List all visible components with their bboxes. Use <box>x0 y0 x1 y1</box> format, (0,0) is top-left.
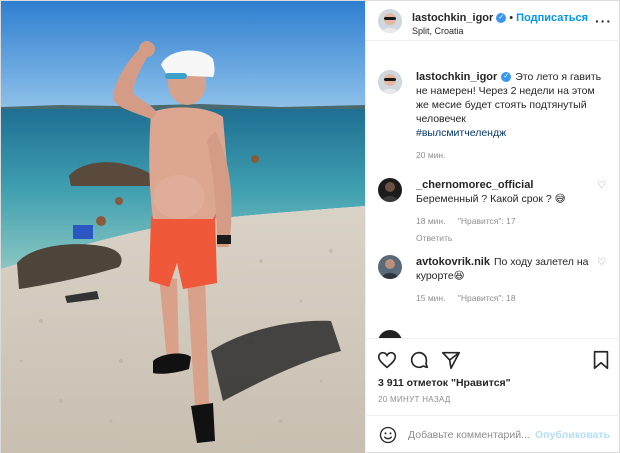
caption-meta: 20 мин. <box>416 148 602 162</box>
post-location[interactable]: Split, Croatia <box>412 26 464 36</box>
comments-list: lastochkin_igor ✓ Это лето я гавить не нам… <box>366 42 620 338</box>
add-comment-bar: Опубликовать <box>366 415 620 453</box>
comment-time[interactable]: 15 мин. <box>416 293 445 303</box>
caption-text-block: lastochkin_igor ✓ Это лето я гавить не нам… <box>416 70 602 162</box>
instagram-post: lastochkin_igor ✓ • Подписаться Split, Croa… <box>0 0 620 453</box>
smiley-icon[interactable] <box>378 425 398 445</box>
commenter-avatar[interactable] <box>378 330 402 338</box>
more-dots-icon[interactable]: ··· <box>595 13 612 29</box>
post-timestamp[interactable]: 20 МИНУТ НАЗАД <box>378 395 451 404</box>
commenter-avatar[interactable] <box>378 178 402 202</box>
comment-text-block: avtokovrik.nik По ходу залетел на курорте… <box>416 255 602 305</box>
verified-badge-icon: ✓ <box>501 72 512 83</box>
verified-badge-icon: ✓ <box>496 13 507 24</box>
author-avatar[interactable] <box>378 9 402 33</box>
comment-username[interactable]: _chernomorec_official <box>416 178 598 192</box>
bookmark-icon[interactable] <box>590 349 612 371</box>
caption-time[interactable]: 20 мин. <box>416 150 445 160</box>
comment-like-heart-icon[interactable]: ♡ <box>597 180 606 191</box>
comment-meta: 15 мин. "Нравится": 18 <box>416 291 602 305</box>
comment-text: Беременный ? Какой срок ? 😅 <box>416 193 566 205</box>
post-side-panel: lastochkin_igor ✓ • Подписаться Split, Croa… <box>365 1 620 453</box>
follow-button[interactable]: Подписаться <box>516 12 588 24</box>
comment-likes[interactable]: "Нравится": 18 <box>458 293 516 303</box>
comment-username[interactable]: avtokovrik.nik <box>416 256 490 268</box>
comment-bubble-icon[interactable] <box>408 349 430 371</box>
caption-username[interactable]: lastochkin_igor <box>416 71 497 83</box>
comment-text-block: _chernomorec_official Беременный ? Какой… <box>416 178 602 245</box>
paper-plane-icon[interactable] <box>440 349 462 371</box>
header-separator: • <box>509 12 514 24</box>
beach-photo-image <box>1 1 365 453</box>
reply-button[interactable]: Ответить <box>416 231 602 245</box>
post-photo[interactable] <box>1 1 365 453</box>
heart-icon[interactable] <box>376 349 398 371</box>
author-username[interactable]: lastochkin_igor <box>412 12 493 24</box>
post-actions-bar <box>366 338 620 382</box>
likes-count[interactable]: 3 911 отметок "Нравится" <box>378 377 511 389</box>
comment-time[interactable]: 18 мин. <box>416 216 445 226</box>
caption-hashtag[interactable]: #вылсмитчелендж <box>416 126 602 140</box>
comment-like-heart-icon[interactable]: ♡ <box>597 257 606 268</box>
commenter-avatar[interactable] <box>378 255 402 279</box>
post-header: lastochkin_igor ✓ • Подписаться Split, Croa… <box>366 1 620 41</box>
caption-avatar[interactable] <box>378 70 402 94</box>
comment-likes[interactable]: "Нравится": 17 <box>458 216 516 226</box>
publish-button[interactable]: Опубликовать <box>535 429 610 441</box>
comment-meta: 18 мин. "Нравится": 17 <box>416 214 602 228</box>
